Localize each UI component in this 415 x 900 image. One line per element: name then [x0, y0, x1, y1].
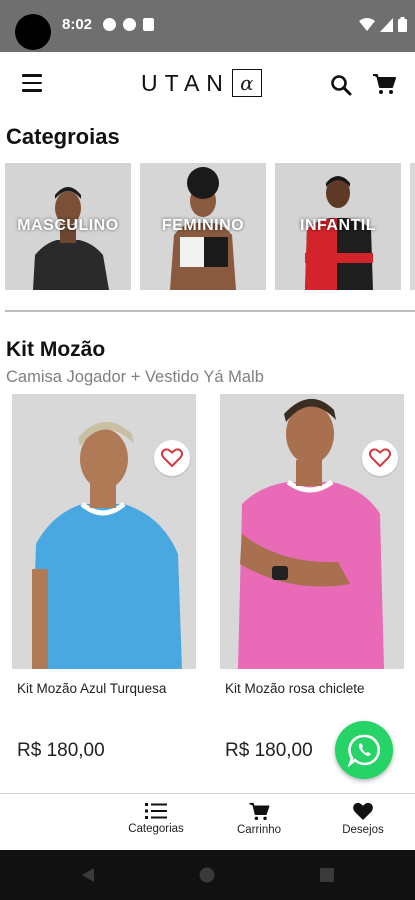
product-name[interactable]: Kit Mozão rosa chiclete: [225, 681, 365, 696]
section-divider: [5, 310, 415, 312]
product-image-pink-shirt: [220, 394, 404, 669]
category-card-feminino[interactable]: FEMININO: [140, 163, 266, 290]
wishlist-button[interactable]: [154, 440, 190, 476]
product-card[interactable]: Kit Mozão Azul Turquesa R$ 180,00: [12, 394, 196, 774]
notification-dot-icon: [103, 18, 116, 31]
recents-icon[interactable]: [319, 867, 335, 883]
system-icons: [359, 17, 407, 32]
home-icon[interactable]: [199, 867, 215, 883]
status-bar: 8:02: [0, 0, 415, 52]
nav-item-desejos[interactable]: Desejos: [318, 802, 408, 836]
category-card-more[interactable]: [410, 163, 415, 290]
search-icon[interactable]: [330, 74, 352, 96]
nav-label: Desejos: [342, 824, 384, 836]
sd-card-icon: [143, 18, 154, 31]
front-camera: [15, 14, 51, 50]
list-icon: [145, 803, 167, 819]
system-navigation-bar: [0, 850, 415, 900]
category-card-infantil[interactable]: INFANTIL: [275, 163, 401, 290]
product-card[interactable]: Kit Mozão rosa chiclete R$ 180,00: [220, 394, 404, 774]
app-header: UTAN α: [0, 52, 415, 114]
heart-outline-icon: [369, 448, 391, 468]
bottom-navigation: Categorias Carrinho Desejos: [0, 794, 415, 848]
product-price: R$ 180,00: [225, 740, 313, 761]
kit-subtitle: Camisa Jogador + Vestido Yá Malb: [6, 368, 264, 386]
signal-icon: [380, 17, 393, 32]
cart-icon: [249, 802, 270, 821]
brand-logo[interactable]: UTAN α: [141, 69, 262, 97]
kit-title: Kit Mozão: [6, 338, 106, 361]
wifi-icon: [359, 17, 375, 31]
notification-icons: [103, 18, 154, 31]
hamburger-menu-icon[interactable]: [22, 74, 42, 92]
nav-label: Categorias: [128, 823, 184, 835]
back-icon[interactable]: [80, 867, 96, 883]
categories-title: Categroias: [6, 124, 120, 149]
product-photo[interactable]: [12, 394, 196, 669]
cart-icon[interactable]: [372, 73, 396, 95]
product-photo[interactable]: [220, 394, 404, 669]
wishlist-button[interactable]: [362, 440, 398, 476]
status-time: 8:02: [62, 16, 93, 33]
category-label: FEMININO: [161, 217, 245, 234]
heart-outline-icon: [161, 448, 183, 468]
product-name[interactable]: Kit Mozão Azul Turquesa: [17, 681, 166, 696]
whatsapp-button[interactable]: [335, 721, 393, 779]
product-price: R$ 180,00: [17, 740, 105, 761]
whatsapp-icon: [347, 734, 381, 767]
nav-label: Carrinho: [236, 824, 282, 836]
logo-text: UTAN: [141, 69, 230, 96]
categories-carousel[interactable]: MASCULINO FEMININO INFANTIL: [5, 163, 415, 290]
category-label: INFANTIL: [300, 217, 376, 234]
heart-icon: [353, 802, 373, 821]
nav-item-carrinho[interactable]: Carrinho: [214, 802, 304, 836]
logo-mark: α: [231, 69, 262, 97]
nav-item-categorias[interactable]: Categorias: [111, 802, 201, 835]
notification-app-icon: [123, 18, 136, 31]
product-image-blue-shirt: [12, 394, 196, 669]
category-card-masculino[interactable]: MASCULINO: [5, 163, 131, 290]
battery-icon: [398, 17, 407, 32]
category-label: MASCULINO: [17, 217, 119, 234]
